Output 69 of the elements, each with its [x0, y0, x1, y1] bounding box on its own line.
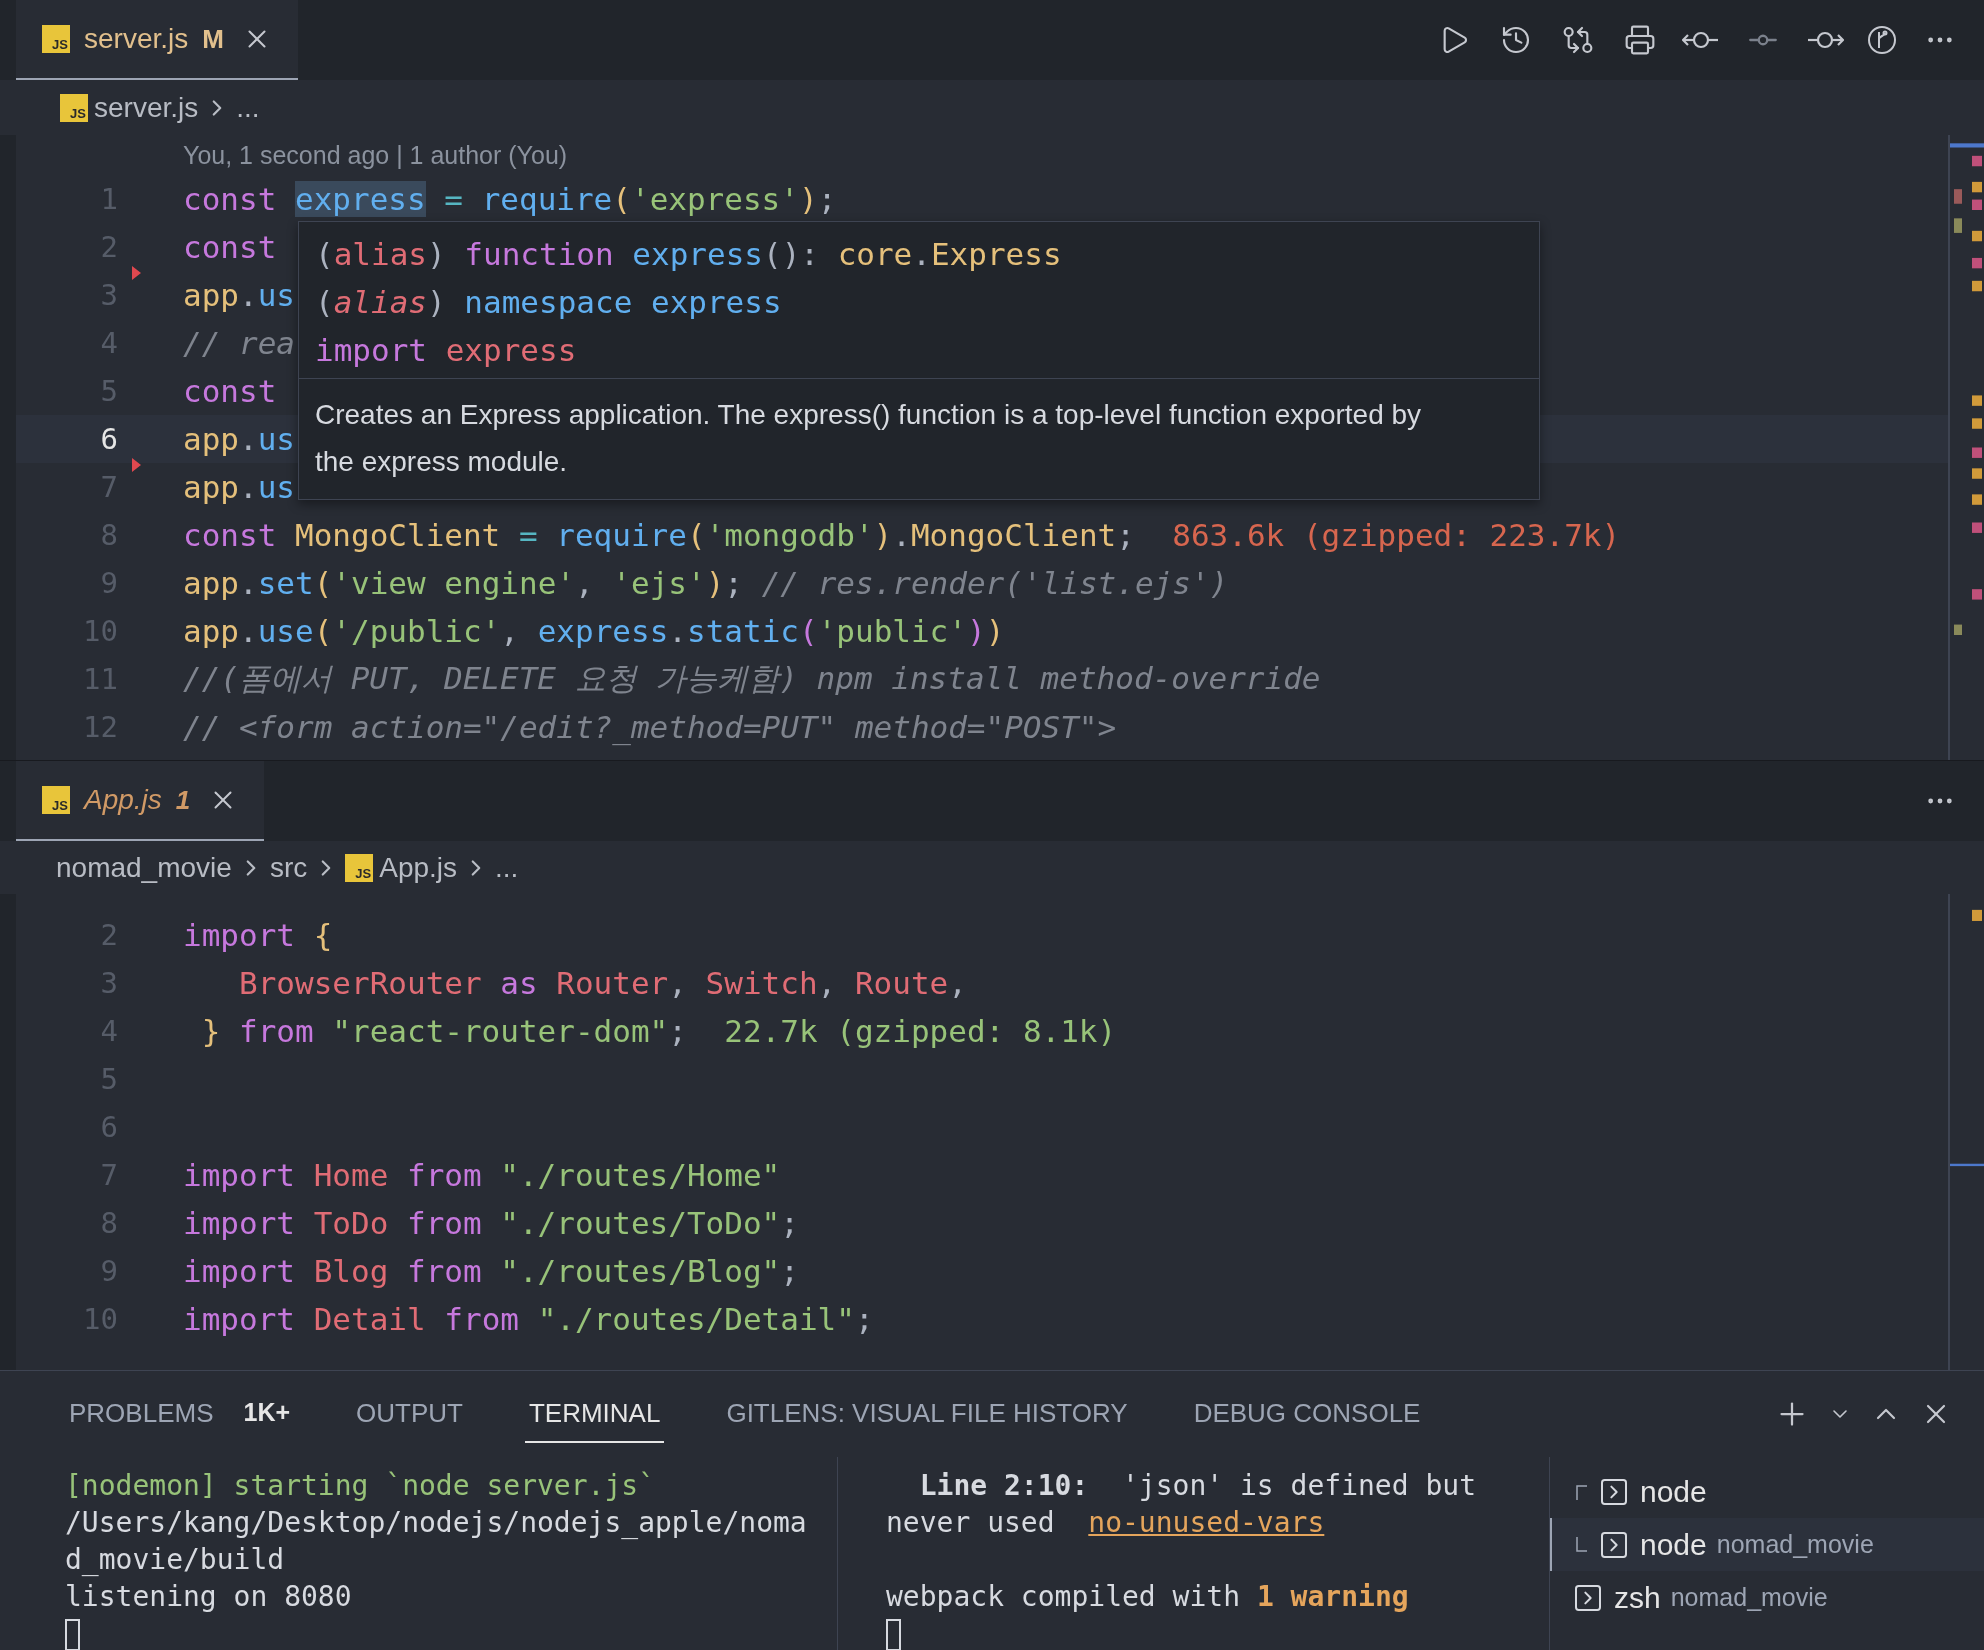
problem-count: 1K+ — [243, 1397, 291, 1428]
terminal-line: webpack compiled with 1 warning — [886, 1579, 1410, 1615]
terminal-folder: nomad_movie — [1670, 1583, 1828, 1612]
code-line: //(폼에서 PUT, DELETE 요청 가능케함) npm install method-override — [183, 659, 1321, 698]
type-signature: (alias) namespace express — [315, 283, 783, 322]
tree-connector-icon — [1576, 1483, 1588, 1500]
tab-status: M — [202, 23, 224, 55]
code-line: app.us — [183, 469, 295, 505]
editor-tab[interactable]: JS server.js M — [16, 0, 298, 80]
breadcrumb[interactable]: nomad_movie — [56, 851, 232, 884]
code-line: import Blog from "./routes/Blog"; — [183, 1253, 799, 1289]
code-line: const express = require('express'); — [183, 181, 837, 217]
terminal-cursor — [65, 1619, 80, 1650]
terminal-line: [nodemon] starting `node server.js` — [65, 1468, 656, 1504]
code-line: import ToDo from "./routes/ToDo"; — [183, 1205, 799, 1241]
terminal-name: zsh — [1614, 1580, 1661, 1615]
code-line: app.use('/public', express.static('public')) — [183, 613, 1005, 649]
code-line: const — [183, 373, 277, 409]
code-line: import Detail from "./routes/Detail"; — [183, 1301, 874, 1337]
type-signature: (alias) function express(): core.Express — [315, 235, 1063, 274]
code-line: BrowserRouter as Router, Switch, Route, — [238, 965, 967, 1001]
code-line: app.us — [183, 421, 295, 457]
terminal-list-item[interactable]: zsh nomad_movie — [1550, 1571, 1984, 1624]
deleted-lines-marker-icon[interactable] — [132, 458, 142, 472]
javascript-file-icon: JS — [42, 786, 70, 814]
terminal-list-item[interactable]: node — [1550, 1465, 1984, 1518]
code-line: } from "react-router-dom"; 22.7k (gzipped: 8.1k) — [200, 1013, 1117, 1049]
code-line: // <form action="/edit?_method=PUT" method="POST"> — [183, 709, 1117, 745]
tree-connector-icon — [1576, 1536, 1588, 1553]
terminal-folder: nomad_movie — [1716, 1530, 1874, 1559]
editor-tab[interactable]: JS App.js 1 — [16, 761, 265, 841]
terminal-cursor — [886, 1619, 901, 1650]
code-line: const — [183, 229, 277, 265]
type-signature: import express — [315, 331, 578, 370]
git-branch-circle-icon[interactable] — [1866, 24, 1898, 56]
javascript-file-icon: JS — [42, 25, 70, 53]
terminal-line: listening on 8080 — [65, 1579, 353, 1615]
blame-annotation: You, 1 second ago | 1 author (You) — [182, 139, 569, 171]
panel-tab[interactable]: PROBLEMS 1K+ — [65, 1385, 295, 1443]
terminal-name: node — [1640, 1527, 1707, 1562]
tab-status: 1 — [175, 784, 191, 816]
panel-tab[interactable]: TERMINAL — [524, 1385, 665, 1443]
tooltip-description: Creates an Express application. The express() function is a top-level function exported by the express module. — [314, 398, 1423, 479]
breadcrumb[interactable]: server.js — [94, 91, 199, 124]
code-line: // rea — [183, 325, 295, 361]
code-line: import Home from "./routes/Home" — [183, 1157, 781, 1193]
panel-tab[interactable]: GITLENS: VISUAL FILE HISTORY — [722, 1385, 1132, 1443]
tab-label: App.js — [84, 784, 162, 816]
deleted-lines-marker-icon[interactable] — [132, 266, 142, 280]
terminal-line: /Users/kang/Desktop/nodejs/nodejs_apple/noma — [65, 1505, 808, 1541]
javascript-file-icon: JS — [60, 93, 88, 122]
breadcrumb[interactable]: ... — [495, 851, 519, 884]
line-number: 6 — [99, 422, 118, 456]
code-line: app.set('view engine', 'ejs'); // res.render('list.ejs') — [183, 565, 1229, 601]
breadcrumb[interactable]: src — [269, 851, 308, 884]
terminal-line: never used no-unused-vars — [886, 1505, 1326, 1541]
terminal-line: d_movie/build — [65, 1542, 286, 1578]
tab-label: server.js — [84, 23, 189, 55]
code-line: import { — [183, 917, 333, 953]
terminal-line: Line 2:10: 'json' is defined but — [918, 1468, 1478, 1504]
code-line: app.us — [183, 277, 295, 313]
terminal-name: node — [1640, 1474, 1707, 1509]
terminal-list-item[interactable]: node nomad_movie — [1550, 1518, 1984, 1571]
breadcrumb[interactable]: App.js — [379, 851, 458, 884]
javascript-file-icon: JS — [345, 853, 374, 882]
code-line: const MongoClient = require('mongodb').MongoClient; 863.6k (gzipped: 223.7k) — [183, 517, 1621, 553]
panel-tab[interactable]: DEBUG CONSOLE — [1189, 1385, 1425, 1443]
panel-tab[interactable]: OUTPUT — [352, 1385, 467, 1443]
breadcrumb[interactable]: ... — [236, 91, 260, 124]
